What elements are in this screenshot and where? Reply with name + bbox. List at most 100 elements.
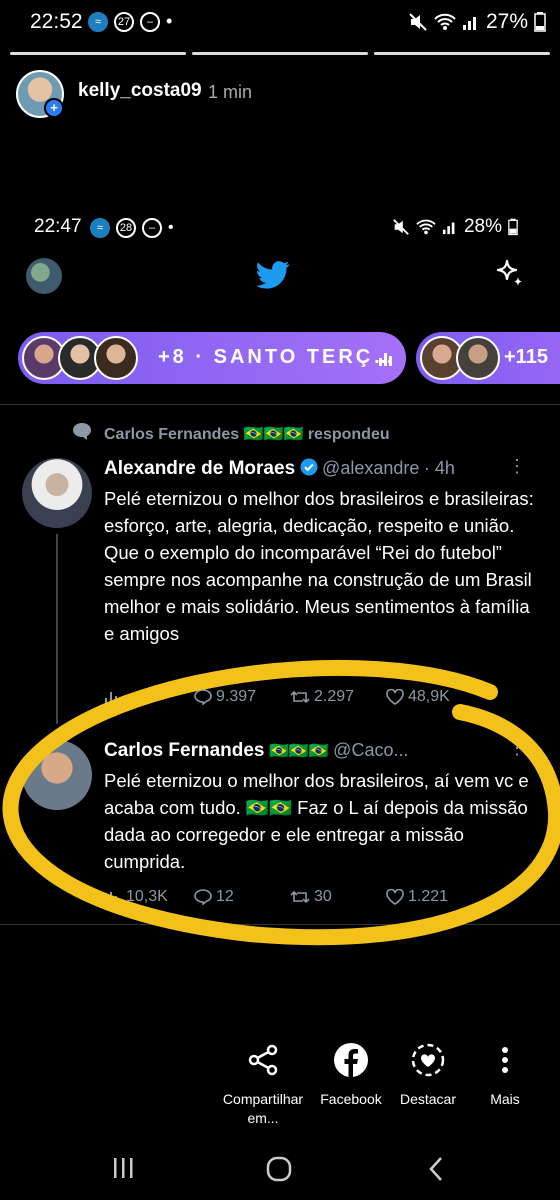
spaces-card-2[interactable]: +115 — [416, 332, 560, 384]
add-story-icon[interactable]: + — [44, 98, 64, 118]
signal-icon — [462, 17, 476, 30]
more-button[interactable]: Mais — [455, 1040, 555, 1109]
like-button[interactable]: 48,9K — [386, 688, 476, 706]
inner-notification-icons: ≈ 28 – • — [90, 218, 174, 238]
space-title: +8 · SANTO TERÇ… — [158, 346, 397, 368]
retweet-button[interactable]: 30 — [290, 888, 386, 906]
more-label: Mais — [490, 1091, 520, 1107]
back-icon[interactable] — [428, 1156, 444, 1182]
notification-count-icon: 27 — [114, 11, 134, 32]
share-button[interactable]: Compartilhar em... — [213, 1040, 313, 1128]
more-icon — [502, 1047, 508, 1073]
battery-percent: 28% — [463, 216, 502, 237]
brazil-flag-icon: 🇧🇷🇧🇷🇧🇷 — [243, 426, 304, 443]
reply-button[interactable]: 9.397 — [194, 688, 290, 706]
clock: 22:52 — [30, 10, 83, 33]
tweet-actions: 9.397 2.297 48,9K — [104, 688, 534, 706]
retweet-icon — [290, 690, 310, 704]
inner-system-icons: 28% — [392, 216, 518, 238]
space-host-avatar — [94, 336, 138, 380]
retweet-count: 2.297 — [314, 688, 355, 705]
wifi-icon — [416, 219, 436, 235]
home-icon[interactable] — [266, 1156, 292, 1182]
tweet-text: Pelé eternizou o melhor dos brasileiros,… — [104, 770, 529, 872]
space-listener-count: +115 — [504, 346, 548, 368]
mute-icon — [393, 219, 409, 235]
divider — [0, 924, 560, 925]
audio-bars-icon — [379, 353, 392, 366]
mute-icon — [409, 13, 427, 31]
reply-button[interactable]: 12 — [194, 888, 290, 906]
share-label: Compartilhar em... — [222, 1091, 304, 1126]
spaces-card[interactable]: +8 · SANTO TERÇ… — [18, 332, 406, 384]
dot-icon: • — [168, 219, 174, 236]
dot-icon: • — [166, 11, 173, 31]
reply-count: 12 — [216, 888, 234, 905]
verified-badge-icon — [300, 458, 318, 476]
battery-icon — [508, 218, 518, 236]
heart-icon — [386, 689, 404, 705]
more-options-icon[interactable]: ⋮ — [508, 738, 526, 759]
thread-line — [56, 534, 58, 724]
brazil-flag-icon: 🇧🇷🇧🇷🇧🇷 — [268, 743, 329, 760]
like-button[interactable]: 1.221 — [386, 888, 476, 906]
notification-icons: ≈ 27 – • — [88, 11, 172, 32]
view-count: 10,3K — [126, 888, 168, 905]
brazil-flag-icon: 🇧🇷🇧🇷 — [245, 797, 292, 818]
tweet-time: · 4h — [423, 458, 455, 478]
sparkle-icon[interactable] — [494, 258, 524, 288]
heart-icon — [386, 889, 404, 905]
tweet-header: Alexandre de Moraes @alexandre · 4h — [104, 458, 455, 480]
like-count: 48,9K — [408, 688, 450, 705]
space-host-avatar — [456, 336, 500, 380]
do-not-disturb-icon: – — [140, 11, 160, 32]
tweet-author-handle[interactable]: @alexandre — [322, 458, 419, 478]
story-progress-segment — [10, 52, 186, 55]
reply-context[interactable]: Carlos Fernandes 🇧🇷🇧🇷🇧🇷 respondeu — [104, 424, 390, 444]
notification-count-icon: 28 — [116, 218, 136, 238]
highlight-heart-icon — [411, 1043, 445, 1077]
wifi-icon — [434, 13, 456, 30]
tweet-author-avatar[interactable] — [22, 458, 92, 528]
battery-icon — [534, 12, 546, 32]
story-time: 1 min — [208, 82, 253, 102]
tweet-actions: 10,3K 12 30 1.221 — [104, 888, 534, 906]
divider — [0, 404, 560, 405]
reply-bubble-icon — [73, 423, 91, 440]
system-icons: 27% — [408, 10, 546, 34]
analytics-icon — [105, 892, 121, 904]
reply-icon — [194, 689, 212, 705]
analytics-icon — [105, 692, 121, 704]
twitter-bird-icon[interactable] — [256, 260, 290, 290]
battery-percent: 27% — [485, 10, 528, 33]
tweet-text: Pelé eternizou o melhor dos brasileiros … — [104, 488, 534, 644]
navigation-bar — [0, 1144, 560, 1200]
app-notification-icon: ≈ — [90, 218, 110, 238]
retweet-icon — [290, 890, 310, 904]
app-notification-icon: ≈ — [88, 11, 108, 32]
facebook-icon — [334, 1043, 368, 1078]
tweet-author-handle[interactable]: @Caco... — [333, 740, 408, 760]
story-username[interactable]: kelly_costa09 — [78, 80, 202, 102]
signal-icon — [442, 222, 455, 235]
story-progress-segment — [192, 52, 368, 55]
analytics-button[interactable] — [104, 688, 194, 706]
profile-avatar[interactable] — [26, 258, 62, 294]
views-button[interactable]: 10,3K — [104, 888, 194, 906]
inner-clock: 22:47 — [34, 216, 82, 237]
retweet-button[interactable]: 2.297 — [290, 688, 386, 706]
story-progress-bar — [10, 52, 550, 55]
recent-apps-icon[interactable] — [112, 1156, 134, 1180]
reply-icon — [194, 889, 212, 905]
tweet-header: Carlos Fernandes 🇧🇷🇧🇷🇧🇷 @Caco... — [104, 740, 408, 762]
tweet-author-avatar[interactable] — [22, 740, 92, 810]
tweet-author-name[interactable]: Alexandre de Moraes — [104, 458, 295, 479]
story-progress-segment — [374, 52, 550, 55]
reply-count: 9.397 — [216, 688, 257, 705]
more-options-icon[interactable]: ⋮ — [508, 456, 526, 477]
share-icon — [248, 1044, 278, 1076]
do-not-disturb-icon: – — [142, 218, 162, 238]
status-bar: 22:52 ≈ 27 – • 27% — [0, 0, 560, 44]
tweet-author-name[interactable]: Carlos Fernandes — [104, 740, 265, 761]
retweet-count: 30 — [314, 888, 332, 905]
